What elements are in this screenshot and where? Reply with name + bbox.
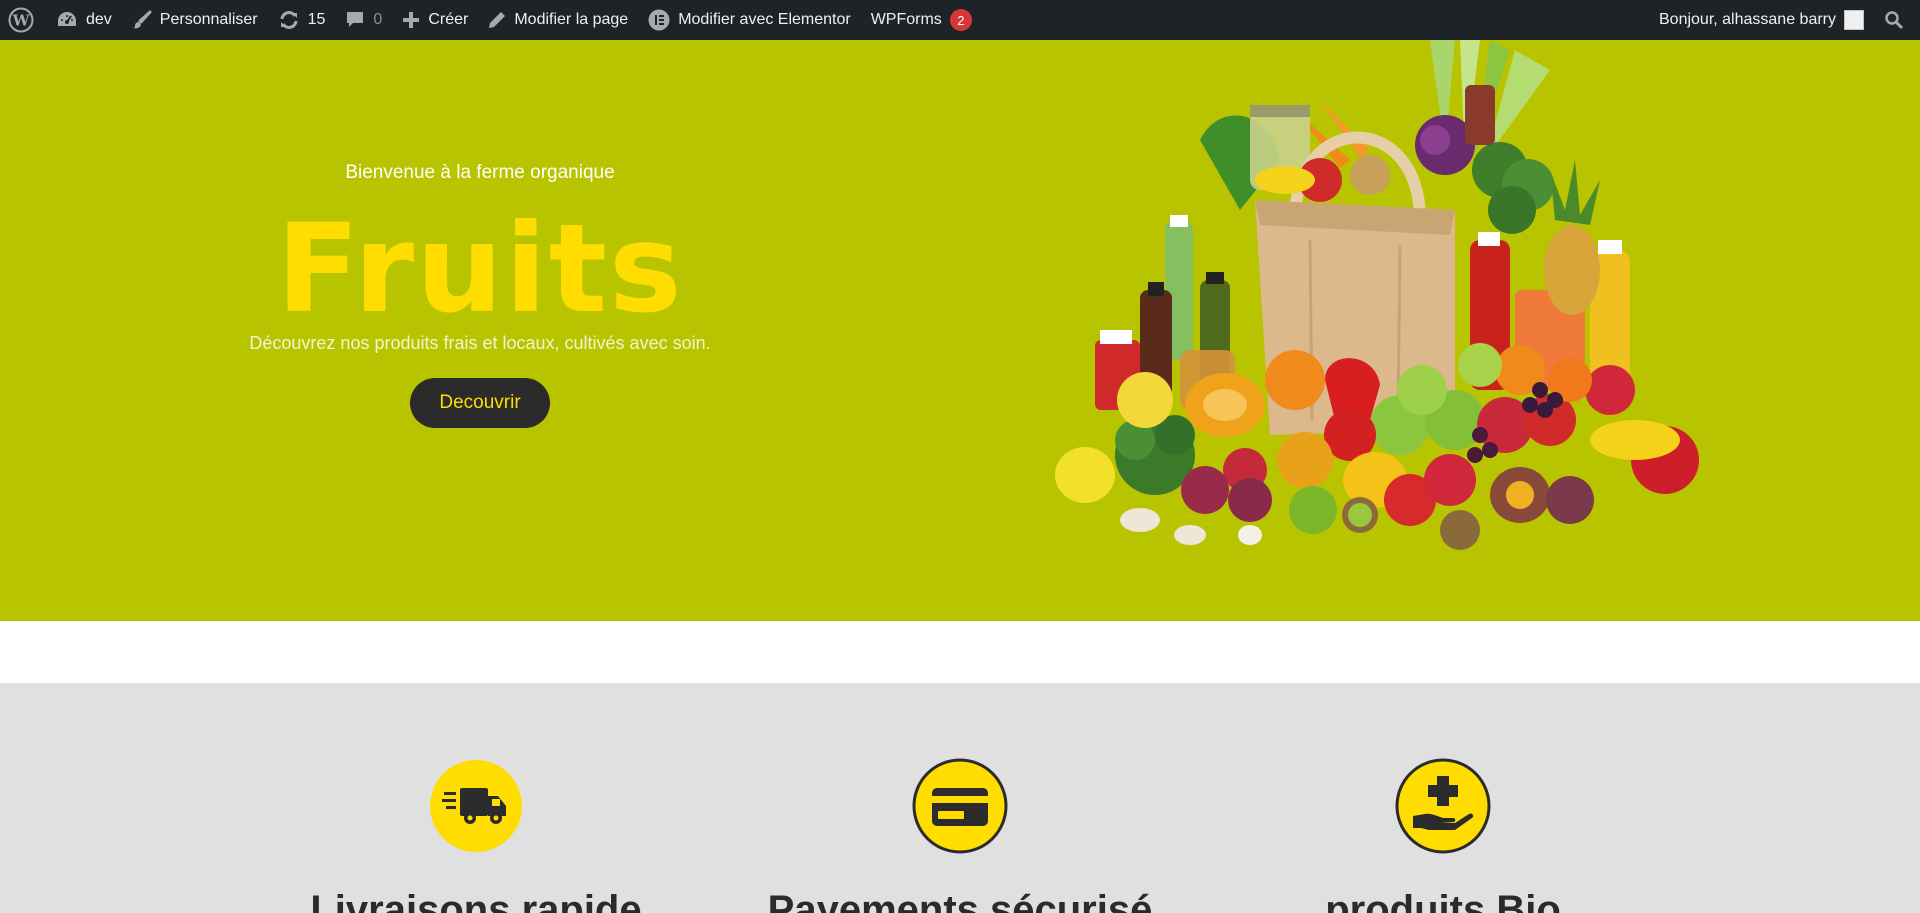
wpforms-menu[interactable]: WPForms 2 — [861, 0, 982, 40]
credit-card-icon — [912, 758, 1008, 854]
svg-text:W: W — [12, 12, 31, 30]
updates-link[interactable]: 15 — [268, 0, 336, 40]
updates-count: 15 — [307, 11, 326, 28]
brush-icon — [132, 10, 152, 30]
new-content-menu[interactable]: Créer — [392, 0, 478, 40]
comments-link[interactable]: 0 — [335, 0, 392, 40]
features-section: Livraisons rapide Payements sécurisé pro… — [0, 683, 1920, 913]
admin-bar: W dev Personnaliser 15 0 Créer Modifier … — [0, 0, 1920, 40]
search-button[interactable] — [1874, 0, 1914, 40]
customize-link[interactable]: Personnaliser — [122, 0, 268, 40]
truck-icon — [430, 760, 522, 852]
hero-title: Fruits — [276, 198, 684, 340]
new-label: Créer — [428, 11, 469, 28]
elementor-edit-link[interactable]: Modifier avec Elementor — [638, 0, 861, 40]
elementor-icon — [648, 9, 670, 31]
wpforms-notification-badge: 2 — [949, 9, 972, 31]
feature-title: Livraisons rapide — [310, 888, 642, 913]
hero-kicker: Bienvenue à la ferme organique — [345, 162, 615, 183]
customize-label: Personnaliser — [159, 11, 258, 28]
greeting-label: Bonjour, alhassane barry — [1659, 11, 1836, 28]
search-icon — [1884, 10, 1904, 30]
hero-subtitle: Découvrez nos produits frais et locaux, … — [249, 333, 711, 353]
grocery-bag-image — [1055, 40, 1699, 550]
updates-icon — [278, 10, 300, 30]
hero-section: Bienvenue à la ferme organique Fruits Dé… — [0, 40, 1920, 621]
site-name-menu[interactable]: dev — [46, 0, 122, 40]
elementor-label: Modifier avec Elementor — [678, 11, 851, 28]
wpforms-label: WPForms — [870, 11, 942, 28]
wp-logo-menu[interactable]: W — [0, 0, 46, 40]
comment-icon — [345, 10, 365, 30]
plus-icon — [402, 11, 420, 29]
hand-plus-icon — [1395, 758, 1491, 854]
avatar — [1844, 10, 1864, 30]
feature-title: Payements sécurisé — [767, 888, 1153, 913]
pencil-icon — [488, 11, 506, 29]
dashboard-icon — [56, 10, 78, 30]
edit-page-link[interactable]: Modifier la page — [478, 0, 638, 40]
comments-count: 0 — [373, 11, 383, 28]
my-account-menu[interactable]: Bonjour, alhassane barry — [1649, 0, 1874, 40]
wordpress-icon: W — [8, 7, 34, 33]
section-spacer — [0, 621, 1920, 683]
site-name: dev — [86, 11, 112, 28]
edit-page-label: Modifier la page — [514, 11, 629, 28]
discover-button[interactable]: Decouvrir — [410, 378, 550, 428]
feature-title: produits Bio — [1325, 888, 1561, 913]
